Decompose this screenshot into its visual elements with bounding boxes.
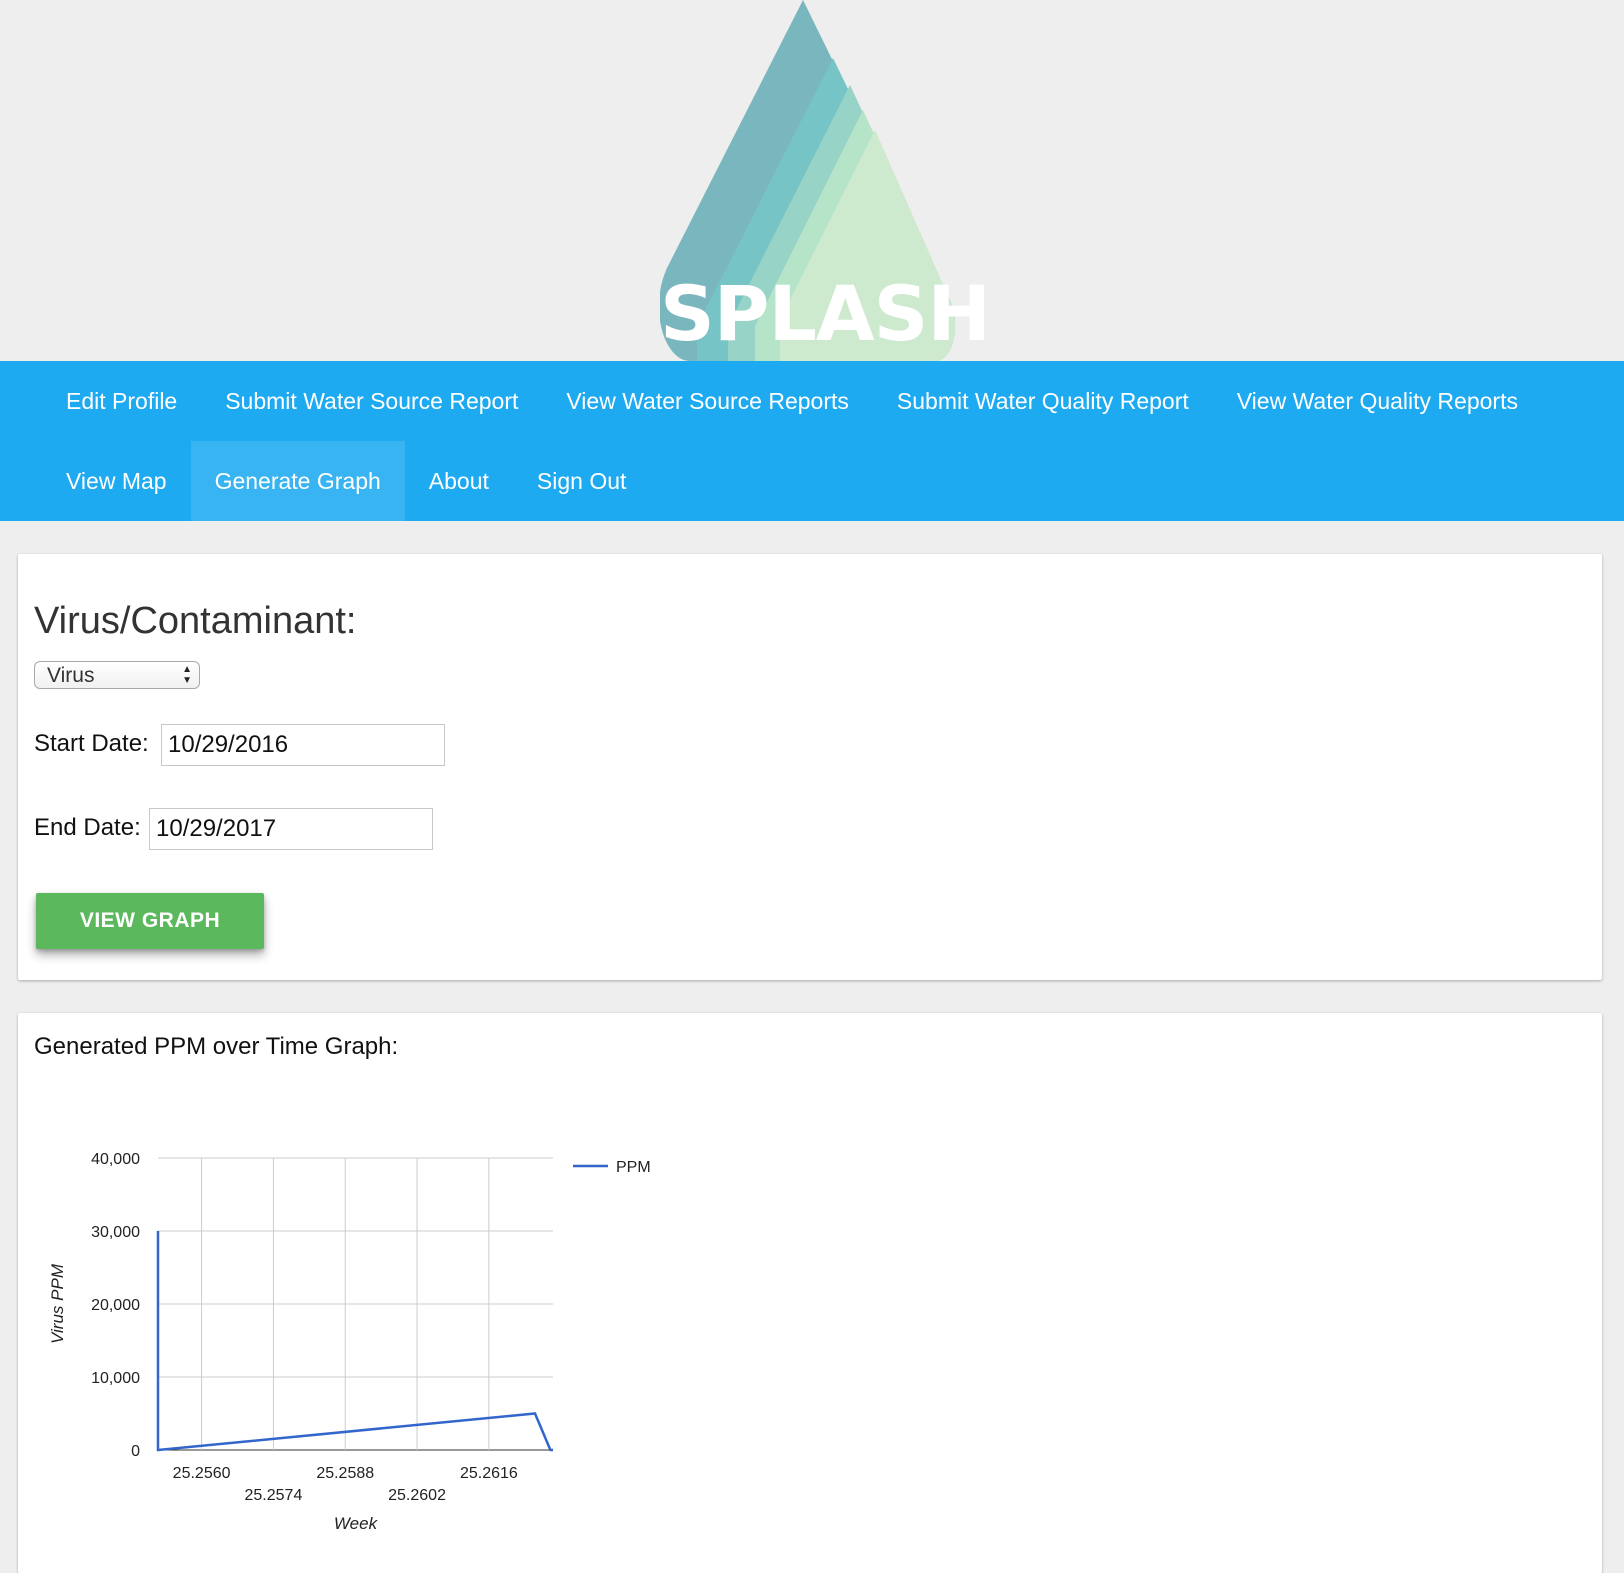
splash-logo[interactable]: SPLASH — [660, 0, 991, 361]
x-tick-label: 25.2616 — [460, 1465, 518, 1482]
nav-view-water-source-reports[interactable]: View Water Source Reports — [542, 361, 873, 441]
y-axis-ticks: 0 10,000 20,000 30,000 40,000 — [91, 1151, 140, 1460]
ppm-chart: 0 10,000 20,000 30,000 40,000 25.2560 25.2574… — [48, 1151, 651, 1533]
contaminant-heading: Virus/Contaminant: — [34, 600, 357, 642]
end-date-label: End Date: — [34, 814, 141, 841]
nav-view-map[interactable]: View Map — [42, 441, 191, 521]
contaminant-select[interactable]: Virus ▲ ▼ — [34, 661, 200, 689]
x-tick-label: 25.2588 — [316, 1465, 374, 1482]
logo-text: SPLASH — [660, 269, 991, 358]
chart-legend: PPM — [573, 1159, 651, 1176]
navbar: Edit Profile Submit Water Source Report … — [0, 361, 1624, 521]
legend-label: PPM — [616, 1159, 651, 1176]
header: SPLASH — [0, 0, 1624, 361]
x-tick-label: 25.2574 — [245, 1487, 303, 1504]
nav-submit-water-source-report[interactable]: Submit Water Source Report — [201, 361, 542, 441]
nav-row-2: View Map Generate Graph About Sign Out — [42, 441, 650, 521]
chart-series — [156, 1231, 553, 1452]
view-graph-button[interactable]: VIEW GRAPH — [36, 893, 264, 949]
nav-generate-graph[interactable]: Generate Graph — [190, 441, 405, 521]
x-tick-label: 25.2602 — [388, 1487, 446, 1504]
end-date-input[interactable]: 10/29/2017 — [149, 808, 433, 850]
chart-grid — [158, 1157, 553, 1451]
select-arrows-icon: ▲ ▼ — [182, 664, 192, 686]
y-axis-label: Virus PPM — [48, 1263, 67, 1344]
contaminant-select-value: Virus — [47, 664, 95, 687]
y-tick-label: 20,000 — [91, 1297, 140, 1314]
graph-options-card: Virus/Contaminant: Virus ▲ ▼ Start Date: … — [18, 554, 1602, 980]
nav-row-1: Edit Profile Submit Water Source Report … — [42, 361, 1542, 441]
graph-card: Generated PPM over Time Graph: 0 10,000 20… — [18, 1013, 1602, 1573]
x-tick-label: 25.2560 — [173, 1465, 231, 1482]
y-tick-label: 30,000 — [91, 1224, 140, 1241]
start-date-label: Start Date: — [34, 730, 149, 757]
nav-sign-out[interactable]: Sign Out — [513, 441, 651, 521]
nav-submit-water-quality-report[interactable]: Submit Water Quality Report — [873, 361, 1213, 441]
y-tick-label: 0 — [131, 1443, 140, 1460]
nav-edit-profile[interactable]: Edit Profile — [42, 361, 201, 441]
y-tick-label: 10,000 — [91, 1370, 140, 1387]
x-axis-label: Week — [334, 1514, 379, 1533]
nav-view-water-quality-reports[interactable]: View Water Quality Reports — [1213, 361, 1542, 441]
nav-about[interactable]: About — [405, 441, 513, 521]
series-line — [156, 1231, 553, 1452]
start-date-input[interactable]: 10/29/2016 — [161, 724, 445, 766]
y-tick-label: 40,000 — [91, 1151, 140, 1168]
x-axis-ticks: 25.2560 25.2574 25.2588 25.2602 25.2616 — [173, 1465, 518, 1504]
